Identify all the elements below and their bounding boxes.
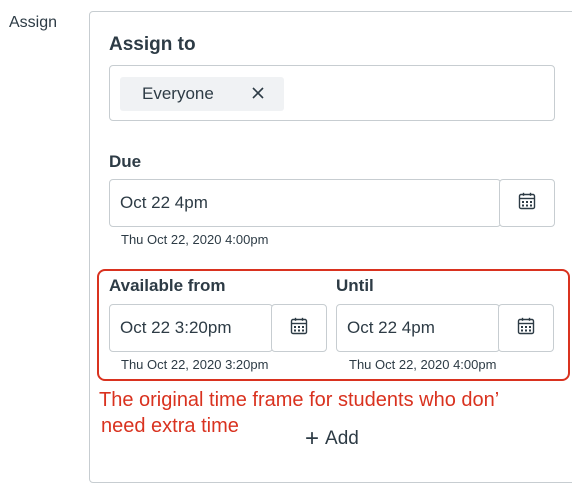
assign-section-label: Assign [9,14,58,31]
calendar-icon [518,192,536,215]
due-date-helper: Thu Oct 22, 2020 4:00pm [121,232,269,247]
annotation-highlight-box [97,269,570,381]
assignee-chip: Everyone [120,77,284,111]
due-label: Due [109,152,142,171]
add-button[interactable]: + Add [305,425,359,452]
assign-to-heading: Assign to [109,34,196,55]
assign-to-input[interactable]: Everyone [109,65,555,121]
annotation-text-line-1: The original time frame for students who… [99,389,500,411]
assignee-chip-label: Everyone [142,84,214,103]
close-icon[interactable] [248,83,268,103]
add-button-label: Add [325,428,359,449]
annotation-text-line-2: need extra time [101,415,239,437]
plus-icon: + [305,425,320,452]
due-date-value: Oct 22 4pm [120,193,208,212]
due-date-input[interactable]: Oct 22 4pm [109,179,501,227]
due-calendar-button[interactable] [499,179,555,227]
